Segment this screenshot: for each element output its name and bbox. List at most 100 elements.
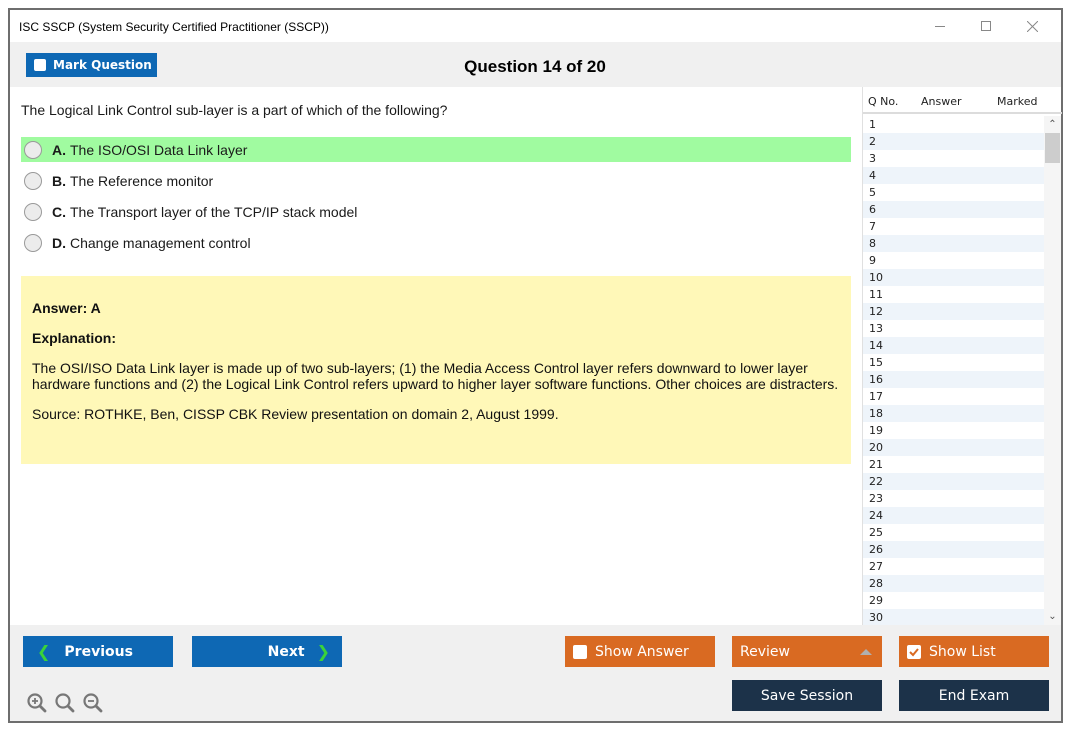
option-c[interactable]: C. The Transport layer of the TCP/IP sta…	[21, 199, 851, 224]
answer-label: Answer: A	[32, 300, 101, 316]
option-a[interactable]: A. The ISO/OSI Data Link layer	[21, 137, 851, 162]
question-list-row[interactable]: 11	[863, 286, 1044, 303]
option-d[interactable]: D. Change management control	[21, 230, 851, 255]
explanation-source: Source: ROTHKE, Ben, CISSP CBK Review pr…	[32, 406, 559, 422]
question-list-row[interactable]: 29	[863, 592, 1044, 609]
end-exam-button[interactable]: End Exam	[899, 680, 1049, 711]
scroll-up-icon[interactable]: ⌃	[1044, 116, 1061, 133]
chevron-right-icon: ❯	[316, 642, 330, 661]
question-list-header: Q No. Answer Marked	[863, 87, 1062, 114]
app-window: ISC SSCP (System Security Certified Prac…	[8, 8, 1063, 723]
explanation-body: The OSI/ISO Data Link layer is made up o…	[32, 360, 839, 392]
option-letter: A.	[52, 141, 66, 158]
show-list-checkbox[interactable]	[907, 644, 921, 659]
caret-up-icon	[860, 649, 872, 655]
option-text: The ISO/OSI Data Link layer	[70, 141, 248, 158]
option-text: The Transport layer of the TCP/IP stack …	[70, 203, 358, 220]
question-list-row[interactable]: 18	[863, 405, 1044, 422]
question-list-row[interactable]: 26	[863, 541, 1044, 558]
question-list-row[interactable]: 28	[863, 575, 1044, 592]
question-list-row[interactable]: 12	[863, 303, 1044, 320]
question-list-row[interactable]: 16	[863, 371, 1044, 388]
mark-question-label: Mark Question	[53, 58, 152, 72]
option-letter: B.	[52, 172, 66, 189]
question-list-row[interactable]: 9	[863, 252, 1044, 269]
window-title: ISC SSCP (System Security Certified Prac…	[19, 20, 329, 34]
maximize-icon	[981, 21, 991, 31]
question-list: Q No. Answer Marked 1 2 3 4 5 6 7 8 9 10 11 12 13 14 1…	[862, 87, 1062, 625]
question-list-rows: 1 2 3 4 5 6 7 8 9 10 11 12 13 14 15 16 17 18 19 20 21 22 23 24 2…	[863, 116, 1044, 625]
question-list-row[interactable]: 25	[863, 524, 1044, 541]
zoom-in-icon[interactable]	[26, 692, 48, 714]
question-list-row[interactable]: 13	[863, 320, 1044, 337]
mark-question-button[interactable]: Mark Question	[26, 53, 157, 77]
zoom-controls	[26, 692, 104, 714]
show-answer-label: Show Answer	[595, 643, 689, 660]
option-a-radio[interactable]	[24, 140, 42, 159]
footer-bar: ❮ Previous Next ❯ Show Answer Review Sho…	[10, 625, 1061, 721]
question-list-row[interactable]: 19	[863, 422, 1044, 439]
question-list-row[interactable]: 27	[863, 558, 1044, 575]
show-list-button[interactable]: Show List	[899, 636, 1049, 667]
question-list-row[interactable]: 22	[863, 473, 1044, 490]
answer-explanation-box: Answer: A Explanation: The OSI/ISO Data …	[21, 276, 851, 464]
show-list-label: Show List	[929, 643, 996, 660]
question-list-row[interactable]: 17	[863, 388, 1044, 405]
maximize-button[interactable]	[963, 10, 1009, 42]
question-list-row[interactable]: 30	[863, 609, 1044, 625]
question-list-row[interactable]: 2	[863, 133, 1044, 150]
minimize-icon	[935, 25, 945, 27]
option-text: Change management control	[70, 234, 251, 251]
close-icon	[1026, 20, 1038, 32]
mark-question-checkbox[interactable]	[34, 59, 46, 71]
show-answer-checkbox[interactable]	[573, 644, 587, 659]
question-list-row[interactable]: 4	[863, 167, 1044, 184]
option-text: The Reference monitor	[70, 172, 214, 189]
answer-options: A. The ISO/OSI Data Link layer B. The Re…	[21, 137, 851, 261]
chevron-left-icon: ❮	[37, 642, 51, 661]
zoom-reset-icon[interactable]	[54, 692, 76, 714]
question-list-row[interactable]: 14	[863, 337, 1044, 354]
review-label: Review	[740, 643, 790, 660]
question-list-row[interactable]: 21	[863, 456, 1044, 473]
explanation-title: Explanation:	[32, 330, 117, 346]
question-panel: The Logical Link Control sub-layer is a …	[10, 87, 862, 625]
question-list-row[interactable]: 15	[863, 354, 1044, 371]
next-label: Next	[267, 643, 305, 660]
question-list-row[interactable]: 6	[863, 201, 1044, 218]
question-header: Mark Question Question 14 of 20	[10, 42, 1061, 87]
question-list-row[interactable]: 23	[863, 490, 1044, 507]
question-list-row[interactable]: 24	[863, 507, 1044, 524]
option-letter: D.	[52, 234, 66, 251]
option-c-radio[interactable]	[24, 202, 42, 221]
show-answer-button[interactable]: Show Answer	[565, 636, 715, 667]
question-list-row[interactable]: 10	[863, 269, 1044, 286]
header-answer[interactable]: Answer	[921, 95, 962, 108]
option-b-radio[interactable]	[24, 171, 42, 190]
question-list-row[interactable]: 8	[863, 235, 1044, 252]
previous-button[interactable]: ❮ Previous	[23, 636, 173, 667]
question-list-row[interactable]: 5	[863, 184, 1044, 201]
title-bar: ISC SSCP (System Security Certified Prac…	[10, 10, 1061, 42]
question-counter: Question 14 of 20	[464, 57, 606, 76]
header-marked[interactable]: Marked	[997, 95, 1037, 108]
previous-label: Previous	[64, 643, 133, 660]
option-b[interactable]: B. The Reference monitor	[21, 168, 851, 193]
scroll-down-icon[interactable]: ⌄	[1044, 608, 1061, 625]
option-d-radio[interactable]	[24, 233, 42, 252]
next-button[interactable]: Next ❯	[192, 636, 342, 667]
question-list-scrollbar[interactable]: ⌃ ⌄	[1044, 116, 1061, 625]
question-list-row[interactable]: 3	[863, 150, 1044, 167]
save-session-button[interactable]: Save Session	[732, 680, 882, 711]
header-qno[interactable]: Q No.	[868, 95, 898, 108]
zoom-out-icon[interactable]	[82, 692, 104, 714]
minimize-button[interactable]	[917, 10, 963, 42]
close-button[interactable]	[1009, 10, 1055, 42]
question-list-row[interactable]: 7	[863, 218, 1044, 235]
question-list-row[interactable]: 20	[863, 439, 1044, 456]
option-letter: C.	[52, 203, 66, 220]
scroll-thumb[interactable]	[1045, 133, 1060, 163]
question-list-row[interactable]: 1	[863, 116, 1044, 133]
checkmark-icon	[909, 647, 919, 656]
review-dropdown[interactable]: Review	[732, 636, 882, 667]
